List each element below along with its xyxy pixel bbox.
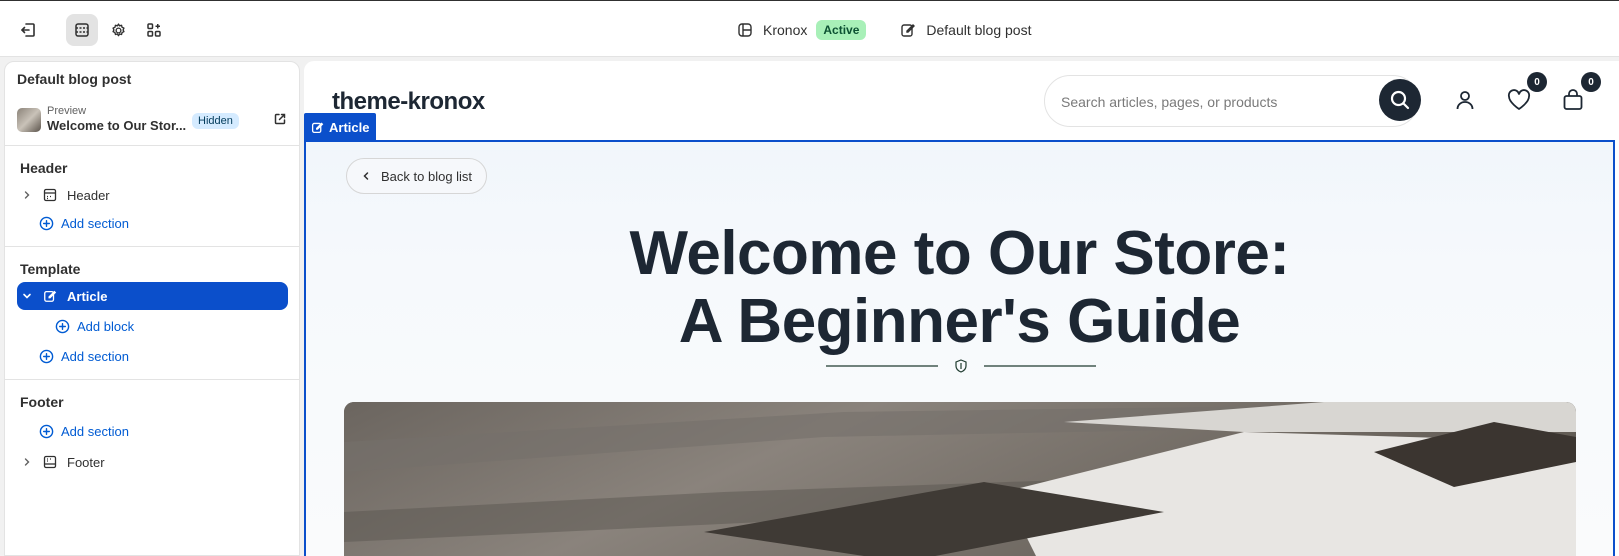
apps-button[interactable]: [138, 14, 170, 46]
theme-name[interactable]: Kronox: [763, 22, 807, 38]
sections-button[interactable]: [66, 14, 98, 46]
preview-selector[interactable]: Preview Welcome to Our Stor... Hidden: [17, 104, 287, 136]
edit-icon: [311, 122, 324, 133]
wishlist-button[interactable]: [1505, 86, 1533, 114]
add-section-template-button[interactable]: Add section: [39, 349, 129, 364]
preview-canvas: theme-kronox Search articles, pages, or …: [304, 61, 1619, 556]
article-section[interactable]: Back to blog list Welcome to Our Store: …: [304, 140, 1615, 556]
section-header[interactable]: Header: [17, 181, 288, 209]
store-search-input[interactable]: Search articles, pages, or products: [1044, 75, 1419, 127]
plus-circle-icon: [55, 319, 70, 334]
exit-icon: [21, 23, 35, 37]
search-placeholder: Search articles, pages, or products: [1061, 94, 1278, 110]
search-submit-button[interactable]: [1379, 79, 1421, 121]
heart-icon: [1507, 89, 1531, 110]
add-section-footer-button[interactable]: Add section: [39, 424, 129, 439]
add-section-label: Add section: [61, 216, 129, 231]
add-section-label: Add section: [61, 424, 129, 439]
sections-icon: [75, 23, 89, 37]
section-article[interactable]: Article: [17, 282, 288, 310]
bag-icon: [1563, 89, 1583, 110]
topbar-center: Kronox Active Default blog post: [737, 18, 1031, 42]
add-block-label: Add block: [77, 319, 135, 334]
footer-group-title: Footer: [20, 394, 64, 410]
gear-icon: [111, 22, 125, 36]
plus-circle-icon: [39, 349, 54, 364]
chevron-down-icon[interactable]: [19, 291, 35, 301]
wishlist-count-badge: 0: [1527, 72, 1547, 92]
article-tag-label: Article: [329, 119, 370, 135]
external-link-icon[interactable]: [273, 112, 287, 126]
apps-icon: [147, 23, 161, 37]
preview-thumbnail: [17, 108, 41, 132]
chevron-left-icon: [363, 172, 369, 180]
article-title-line2: A Beginner's Guide: [678, 287, 1241, 356]
section-footer[interactable]: Footer: [17, 448, 288, 476]
plus-circle-icon: [39, 216, 54, 231]
divider: [5, 145, 299, 146]
user-icon: [1456, 91, 1474, 110]
plus-circle-icon: [39, 424, 54, 439]
title-divider-ornament: [826, 359, 1096, 373]
article-title-line1: Welcome to Our Store:: [629, 219, 1290, 288]
template-group-title: Template: [20, 261, 81, 277]
header-group-title: Header: [20, 160, 68, 176]
account-button[interactable]: [1451, 86, 1479, 114]
edit-template-icon: [901, 24, 916, 37]
add-block-button[interactable]: Add block: [55, 319, 134, 334]
article-section-tag[interactable]: Article: [304, 113, 377, 141]
search-icon: [1390, 90, 1410, 110]
sections-panel: Default blog post Preview Welcome to Our…: [4, 61, 300, 556]
store-logo[interactable]: theme-kronox: [332, 88, 485, 116]
template-selector[interactable]: Default blog post: [926, 22, 1031, 38]
article-section-icon: [41, 289, 59, 303]
panel-title: Default blog post: [17, 71, 132, 87]
add-section-label: Add section: [61, 349, 129, 364]
section-label: Article: [67, 288, 108, 304]
header-section-icon: [41, 188, 59, 202]
back-to-blog-button[interactable]: Back to blog list: [346, 158, 488, 194]
theme-status-badge: Active: [816, 20, 867, 40]
theme-icon: [738, 23, 752, 37]
section-label: Footer: [67, 454, 105, 470]
preview-status-badge: Hidden: [192, 113, 239, 129]
article-title: Welcome to Our Store: A Beginner's Guide: [306, 220, 1613, 356]
chevron-right-icon[interactable]: [19, 190, 35, 200]
divider: [5, 379, 299, 380]
footer-section-icon: [41, 455, 59, 469]
cart-count-badge: 0: [1581, 72, 1601, 92]
divider: [5, 246, 299, 247]
exit-button[interactable]: [12, 14, 44, 46]
preview-label: Preview: [47, 105, 87, 117]
article-hero-image: [344, 402, 1576, 556]
add-section-header-button[interactable]: Add section: [39, 216, 129, 231]
cart-button[interactable]: [1559, 86, 1587, 114]
preview-item-name: Welcome to Our Stor...: [47, 118, 187, 133]
settings-button[interactable]: [102, 14, 134, 46]
chevron-right-icon[interactable]: [19, 457, 35, 467]
editor-topbar: Kronox Active Default blog post: [0, 0, 1619, 57]
section-label: Header: [67, 187, 110, 203]
back-label: Back to blog list: [381, 168, 473, 184]
